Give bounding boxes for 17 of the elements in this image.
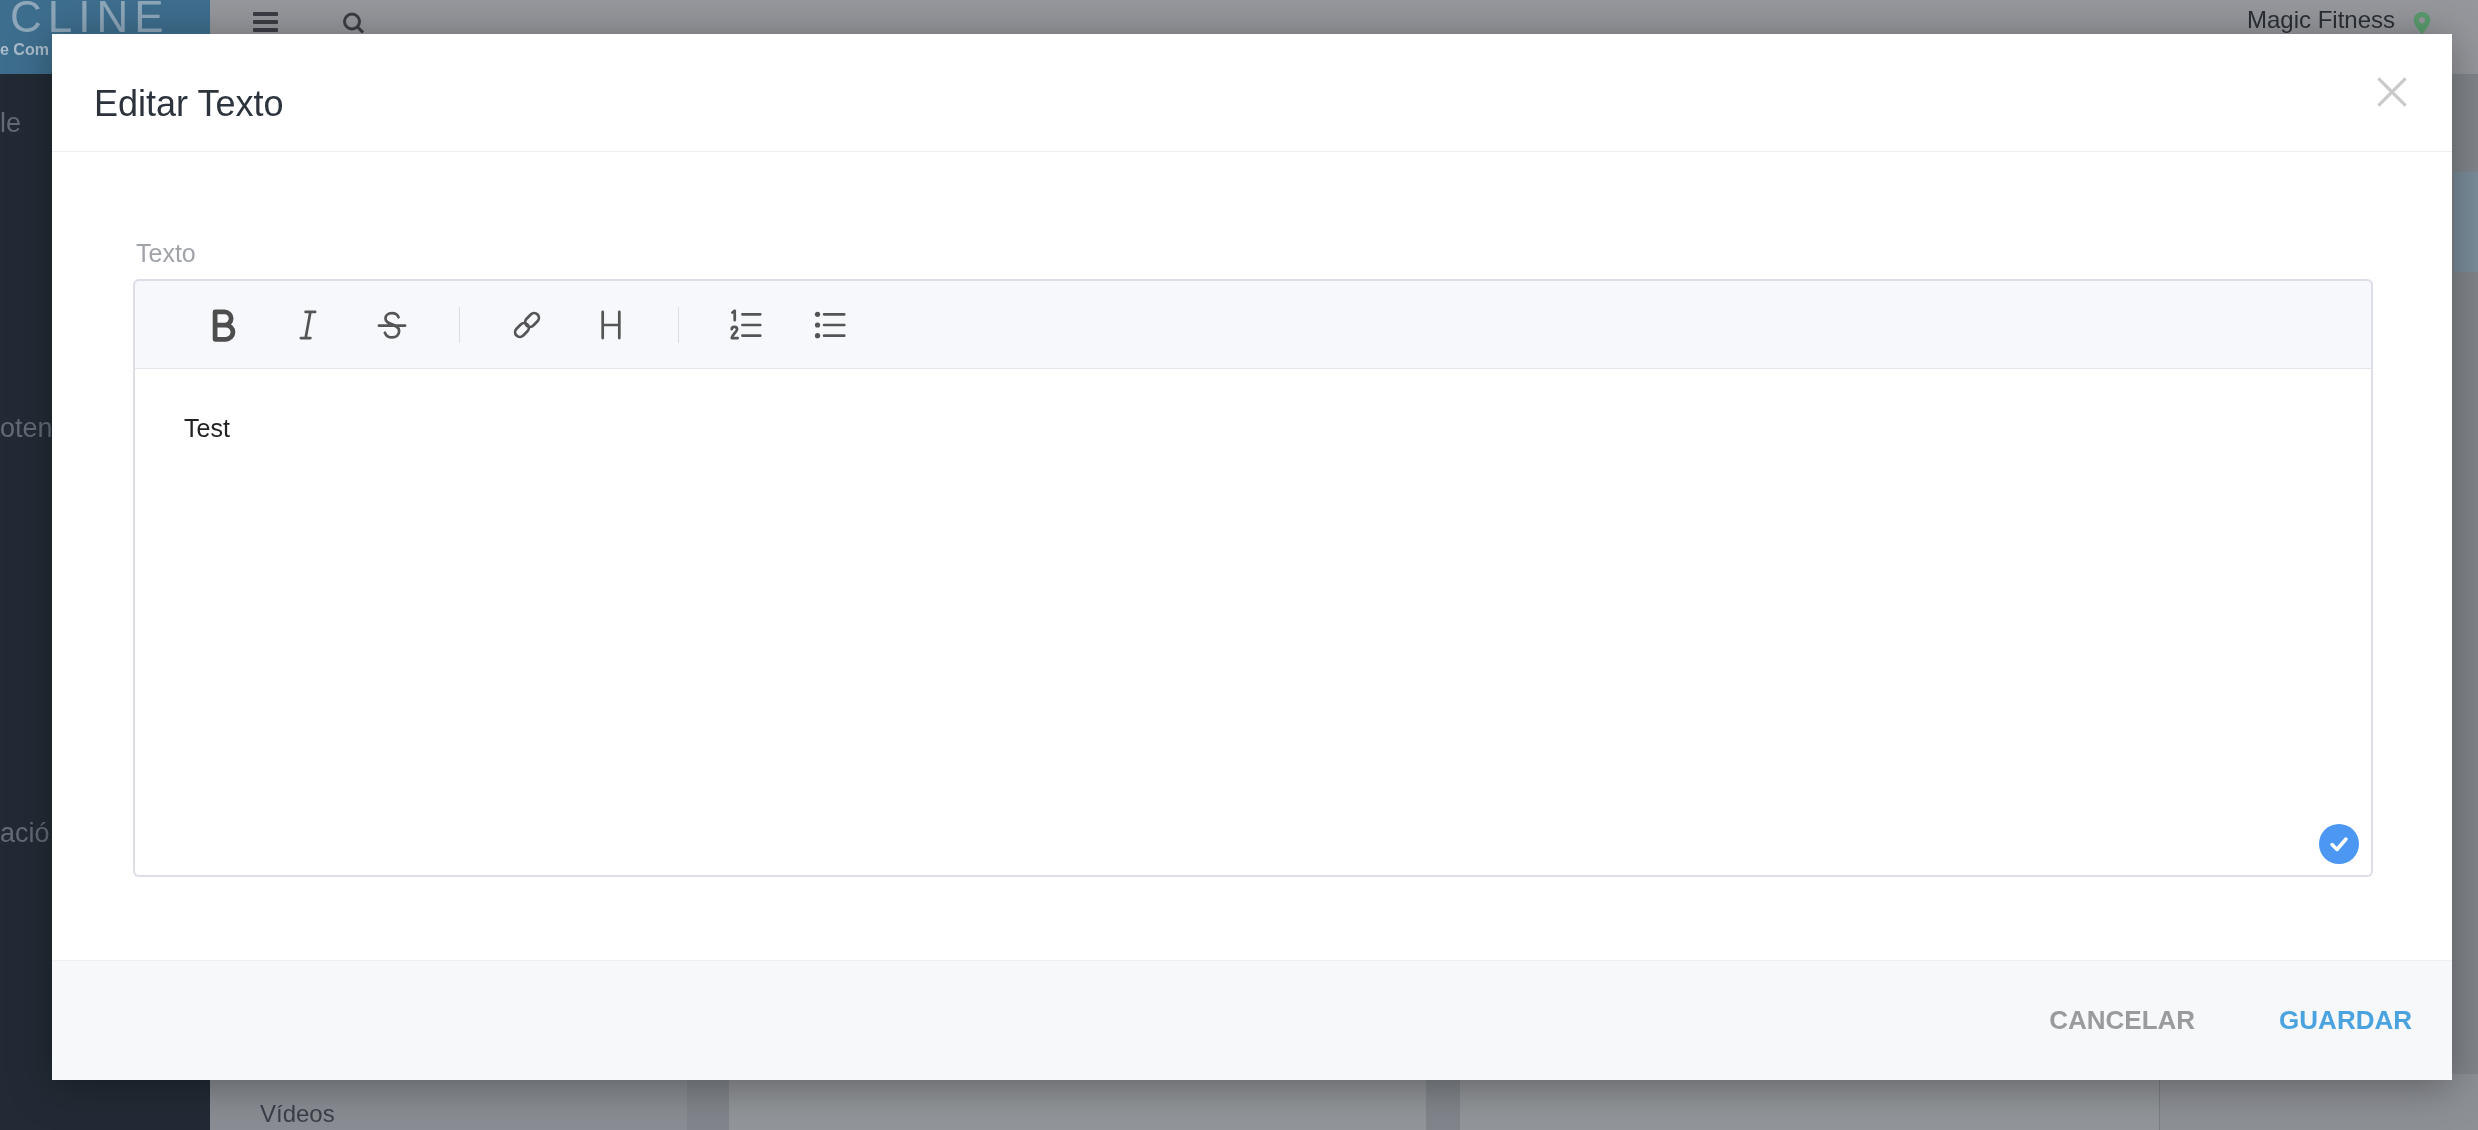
- sidebar-item[interactable]: ació: [0, 816, 50, 850]
- field-label: Texto: [136, 238, 196, 268]
- save-button[interactable]: GUARDAR: [2259, 995, 2432, 1046]
- search-icon[interactable]: [342, 12, 366, 34]
- text-editor-field[interactable]: Test: [133, 369, 2373, 877]
- map-pin-icon: [2412, 12, 2432, 34]
- sidebar-item[interactable]: oten: [0, 411, 53, 445]
- section-title: Vídeos: [260, 1100, 335, 1127]
- close-icon: [2377, 77, 2407, 107]
- cancel-button[interactable]: CANCELAR: [2029, 995, 2216, 1046]
- menu-icon[interactable]: [253, 12, 278, 32]
- logo-text: CLINE: [9, 0, 170, 34]
- location-name[interactable]: Magic Fitness: [2246, 6, 2395, 34]
- dialog-title: Editar Texto: [94, 82, 284, 126]
- check-circle-icon[interactable]: [2319, 824, 2359, 864]
- sidebar-item[interactable]: le: [0, 106, 21, 140]
- logo-tagline: e Com: [0, 40, 49, 60]
